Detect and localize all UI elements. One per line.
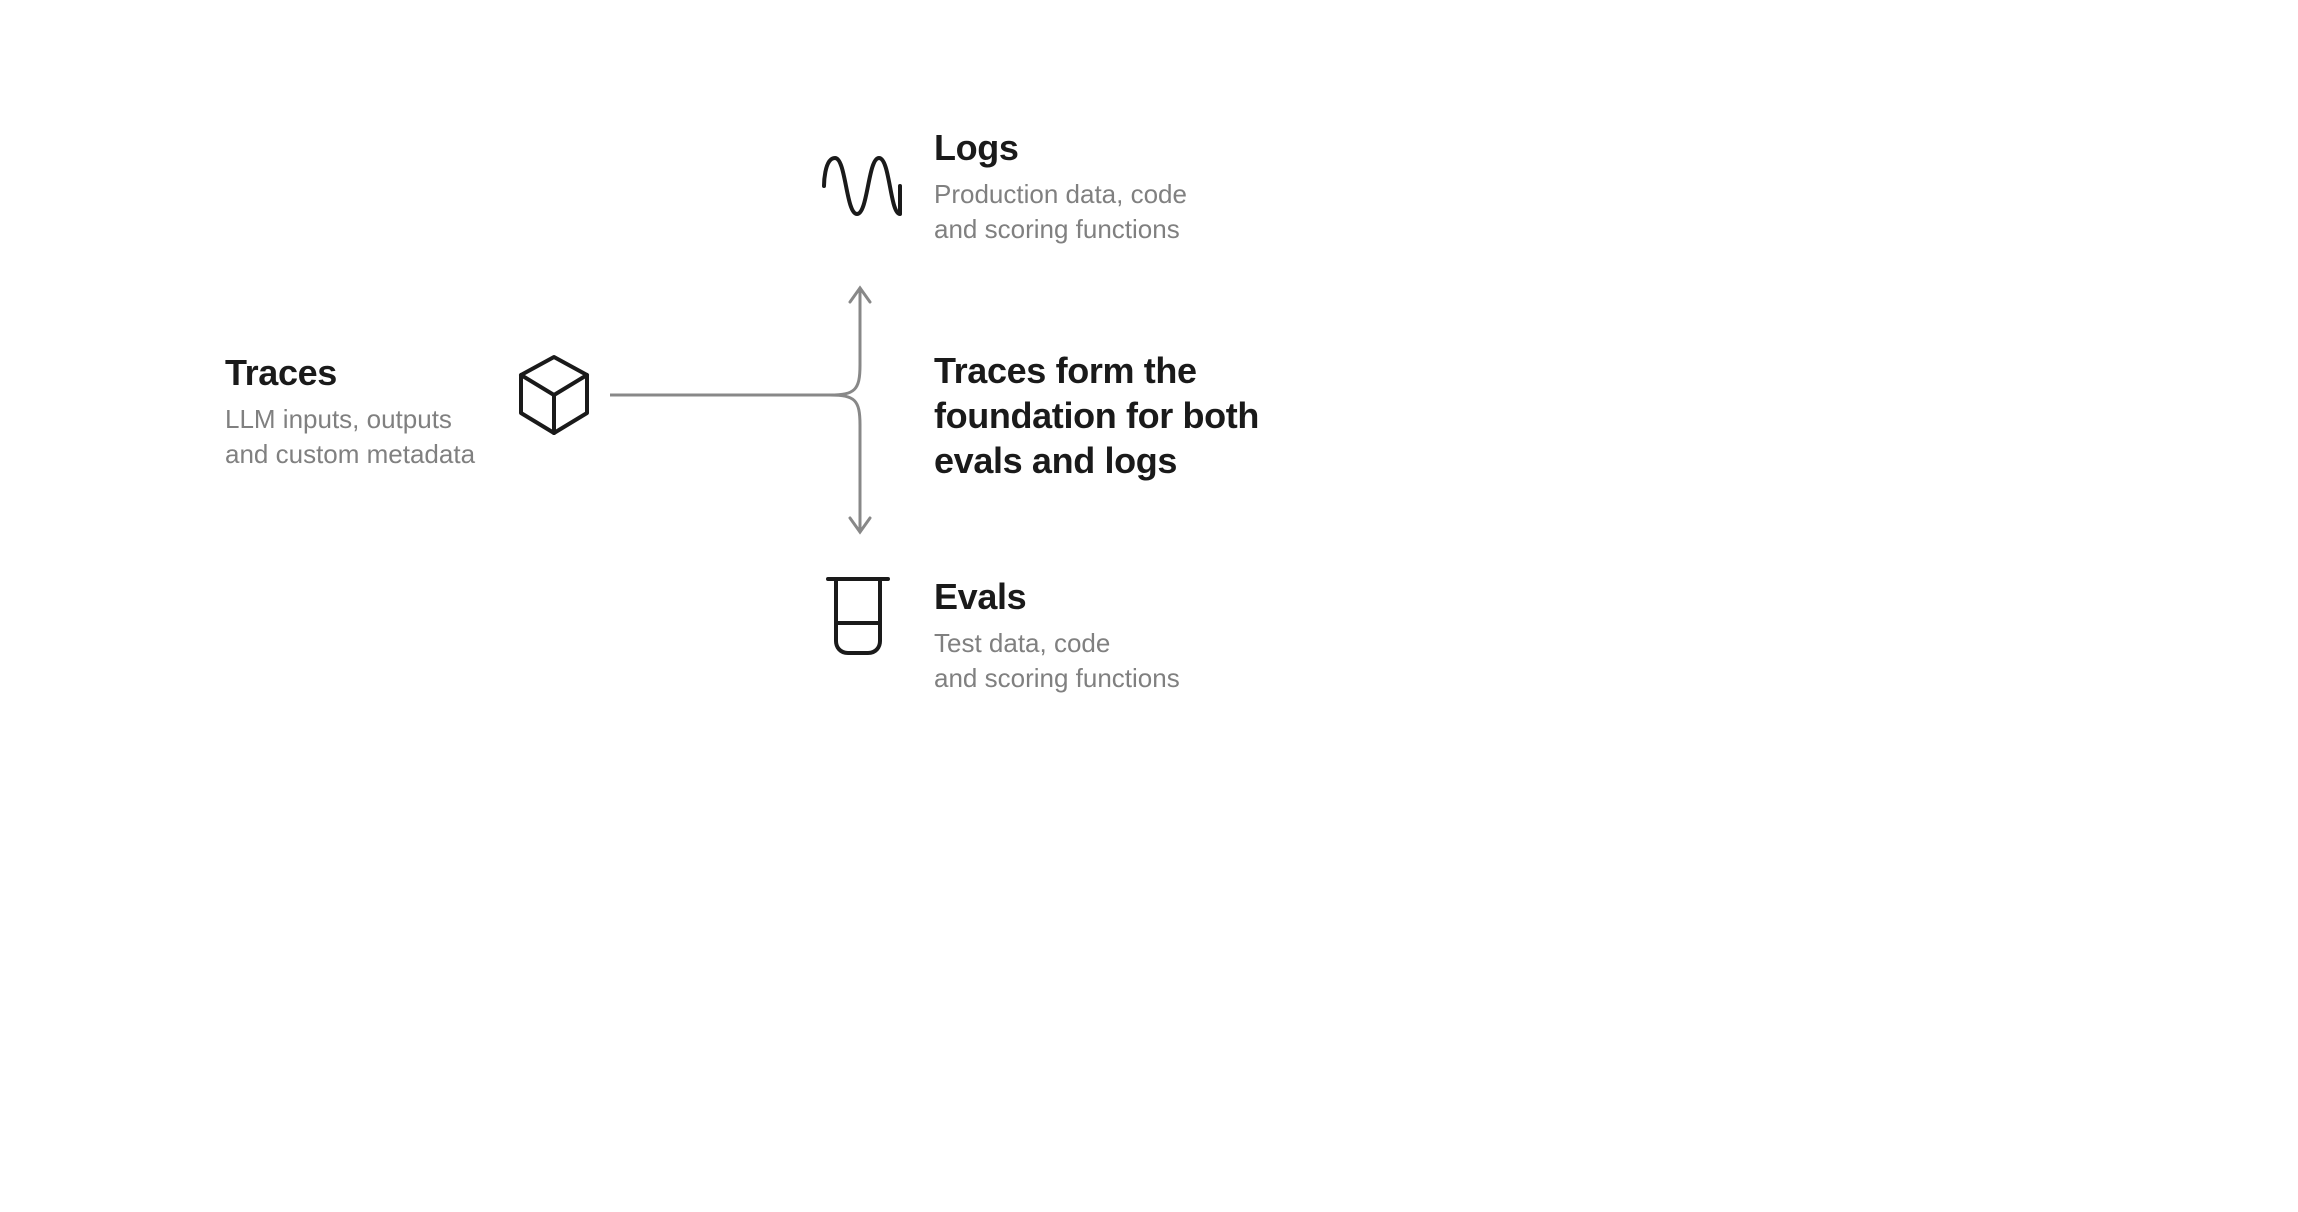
waveform-icon	[818, 142, 906, 235]
logs-subtitle-line2: and scoring functions	[934, 214, 1180, 244]
traces-subtitle-line2: and custom metadata	[225, 439, 475, 469]
center-caption: Traces form the foundation for both eval…	[934, 348, 1314, 483]
beaker-icon	[824, 575, 892, 662]
logs-title: Logs	[934, 127, 1254, 169]
center-caption-text: Traces form the foundation for both eval…	[934, 348, 1314, 483]
logs-subtitle-line1: Production data, code	[934, 179, 1187, 209]
evals-title: Evals	[934, 576, 1254, 618]
logs-node: Logs Production data, code and scoring f…	[934, 127, 1254, 247]
evals-subtitle-line2: and scoring functions	[934, 663, 1180, 693]
traces-subtitle-line1: LLM inputs, outputs	[225, 404, 452, 434]
evals-node: Evals Test data, code and scoring functi…	[934, 576, 1254, 696]
traces-title: Traces	[225, 352, 505, 394]
center-line1: Traces form the	[934, 350, 1197, 391]
traces-node: Traces LLM inputs, outputs and custom me…	[225, 352, 505, 472]
center-line3: evals and logs	[934, 440, 1177, 481]
evals-subtitle: Test data, code and scoring functions	[934, 626, 1254, 696]
cube-icon	[515, 353, 593, 442]
branch-connector	[610, 280, 890, 540]
logs-subtitle: Production data, code and scoring functi…	[934, 177, 1254, 247]
center-line2: foundation for both	[934, 395, 1259, 436]
traces-subtitle: LLM inputs, outputs and custom metadata	[225, 402, 505, 472]
evals-subtitle-line1: Test data, code	[934, 628, 1110, 658]
